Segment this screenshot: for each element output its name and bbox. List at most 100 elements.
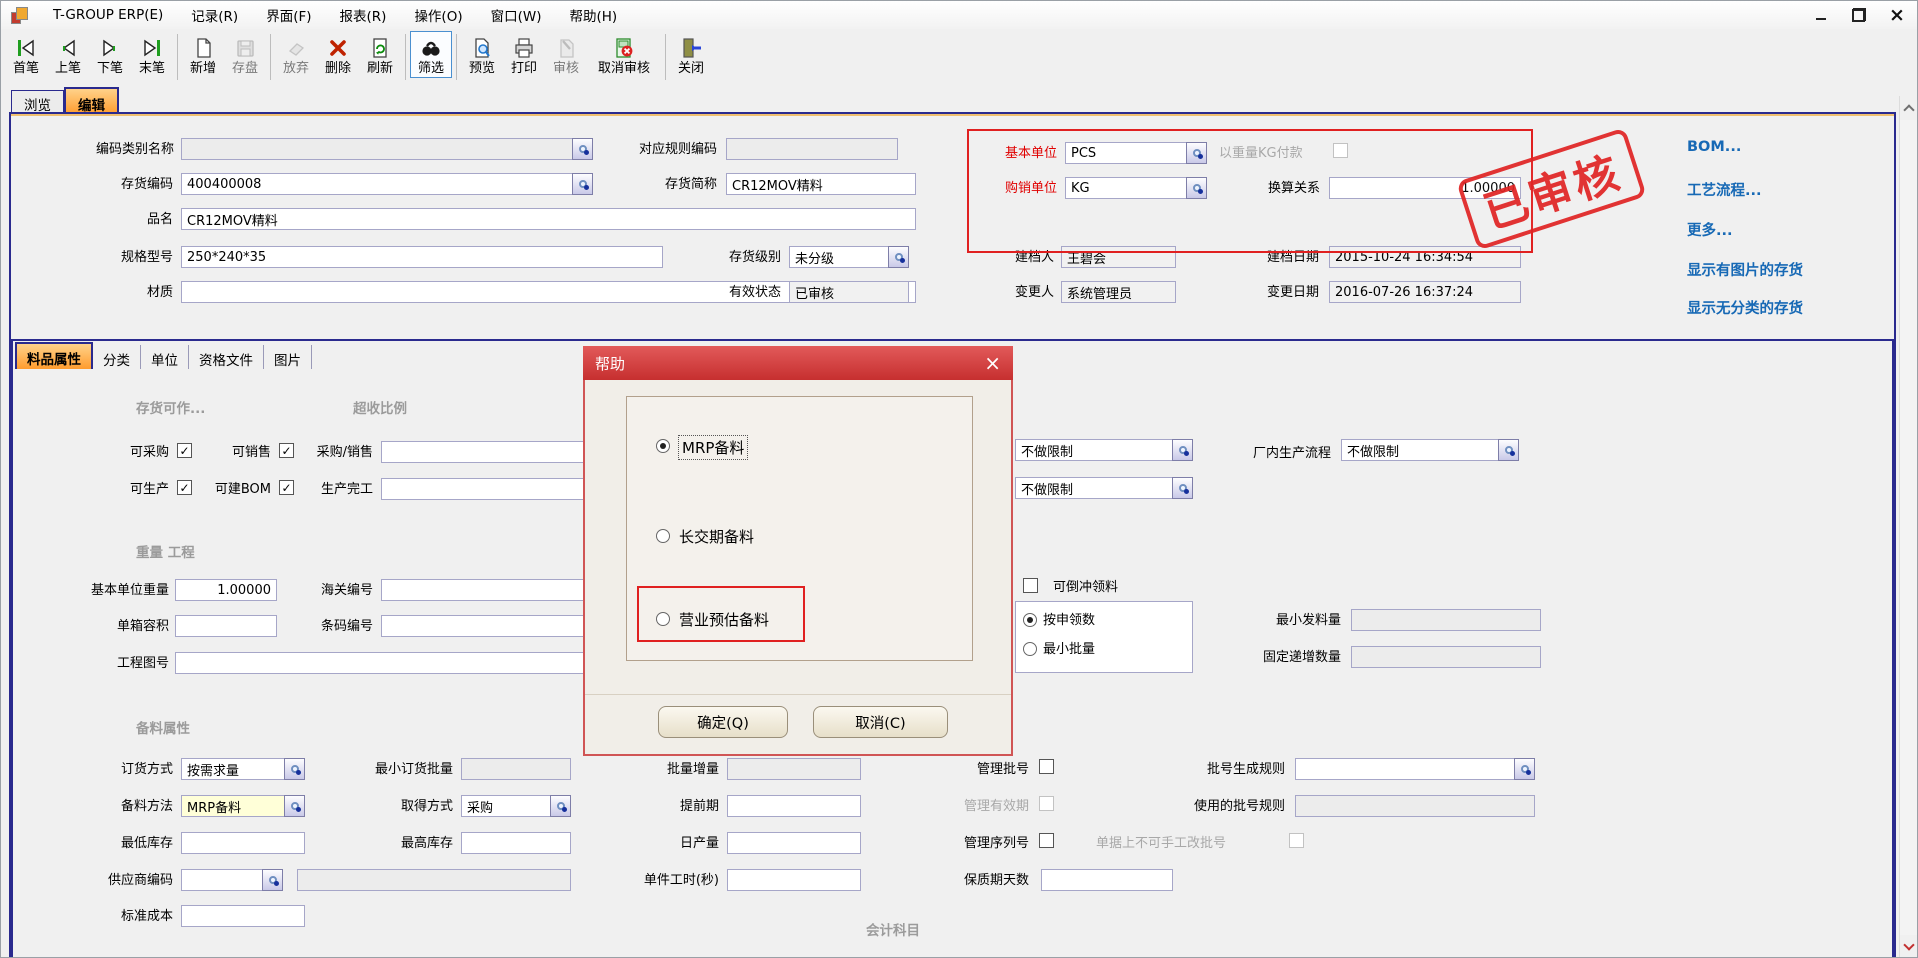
lot-rule-field[interactable]	[1295, 758, 1535, 780]
menu-window[interactable]: 窗口(W)	[477, 2, 556, 28]
level-field[interactable]: 未分级	[789, 246, 909, 268]
last-record-button[interactable]: 末笔	[131, 31, 173, 78]
producible-checkbox[interactable]	[177, 480, 192, 495]
unit-hours-field[interactable]	[727, 869, 861, 891]
exit-door-icon	[679, 34, 703, 61]
prep-section-header: 备料属性	[136, 717, 190, 737]
lookup-icon[interactable]	[1172, 477, 1193, 499]
box-volume-field[interactable]	[175, 615, 277, 637]
prep-method-field[interactable]: MRP备料	[181, 795, 305, 817]
cancel-button[interactable]: 取消(C)	[813, 706, 948, 738]
lookup-icon[interactable]	[572, 173, 593, 195]
supplier-code-label: 供应商编码	[87, 873, 173, 889]
lookup-icon[interactable]	[888, 246, 909, 268]
restore-button[interactable]	[1851, 7, 1867, 23]
refresh-button[interactable]: 刷新	[359, 31, 401, 78]
minimize-button[interactable]	[1813, 7, 1829, 23]
lookup-icon[interactable]	[284, 795, 305, 817]
shelf-days-field[interactable]	[1041, 869, 1173, 891]
app-icon	[11, 7, 27, 23]
min-batch-radio[interactable]	[1023, 642, 1037, 656]
rule-code-field[interactable]	[726, 138, 898, 160]
acquire-mode-label: 取得方式	[381, 799, 453, 815]
backflush-checkbox[interactable]	[1023, 578, 1038, 593]
lookup-icon[interactable]	[262, 869, 283, 891]
subtab-item-attributes[interactable]: 料品属性	[15, 342, 93, 369]
std-cost-field[interactable]	[181, 905, 305, 927]
process-flow-link[interactable]: 工艺流程...	[1687, 179, 1762, 200]
bom-allowed-checkbox[interactable]	[279, 480, 294, 495]
item-code-field[interactable]: 400400008	[181, 173, 593, 195]
by-request-radio[interactable]	[1023, 613, 1037, 627]
preview-button[interactable]: 预览	[461, 31, 503, 78]
lookup-icon[interactable]	[572, 138, 593, 160]
cancel-audit-button[interactable]: 取消审核	[587, 31, 661, 78]
print-button[interactable]: 打印	[503, 31, 545, 78]
supplier-code-field[interactable]	[181, 869, 283, 891]
lookup-icon[interactable]	[1498, 439, 1519, 461]
manage-serial-checkbox[interactable]	[1039, 833, 1054, 848]
subtab-qualification-files[interactable]: 资格文件	[189, 345, 264, 369]
purchasable-checkbox[interactable]	[177, 443, 192, 458]
show-with-images-link[interactable]: 显示有图片的存货	[1687, 259, 1803, 280]
menu-record[interactable]: 记录(R)	[177, 2, 252, 28]
manage-lot-checkbox[interactable]	[1039, 759, 1054, 774]
filter-button[interactable]: 筛选	[410, 31, 452, 78]
item-short-field[interactable]: CR12MOV精料	[726, 173, 916, 195]
mrp-option-radio[interactable]	[656, 439, 670, 453]
more-link[interactable]: 更多...	[1687, 219, 1733, 240]
scroll-up-button[interactable]	[1900, 96, 1918, 120]
lookup-icon[interactable]	[1172, 439, 1193, 461]
close-window-button[interactable]: ×	[1889, 7, 1905, 23]
sellable-label: 可销售	[215, 445, 271, 461]
help-dialog-titlebar[interactable]: 帮助 ×	[583, 346, 1013, 380]
no-manual-lot-label: 单据上不可手工改批号	[1096, 836, 1276, 852]
lead-time-field[interactable]	[727, 795, 861, 817]
delete-button[interactable]: 删除	[317, 31, 359, 78]
subtab-unit[interactable]: 单位	[141, 345, 189, 369]
vertical-scrollbar[interactable]	[1899, 96, 1917, 958]
subtab-classification[interactable]: 分类	[93, 345, 141, 369]
menu-operation[interactable]: 操作(O)	[400, 2, 476, 28]
menu-tgroup-erp[interactable]: T-GROUP ERP(E)	[39, 4, 177, 26]
tab-browse[interactable]: 浏览	[11, 90, 64, 114]
acquire-mode-field[interactable]: 采购	[461, 795, 571, 817]
menu-report[interactable]: 报表(R)	[326, 2, 401, 28]
toolbar: 首笔 上笔 下笔 末笔 新增 存盘 放弃 删除	[1, 29, 1918, 85]
sellable-checkbox[interactable]	[279, 443, 294, 458]
new-button[interactable]: 新增	[182, 31, 224, 78]
restriction-field-2[interactable]: 不做限制	[1015, 477, 1193, 499]
spec-field[interactable]: 250*240*35	[181, 246, 663, 268]
batch-increment-label: 批量增量	[645, 762, 719, 778]
factory-flow-field[interactable]: 不做限制	[1341, 439, 1519, 461]
new-document-icon	[192, 34, 214, 61]
prev-record-button[interactable]: 上笔	[47, 31, 89, 78]
lookup-icon[interactable]	[1514, 758, 1535, 780]
lookup-icon[interactable]	[550, 795, 571, 817]
max-stock-field[interactable]	[461, 832, 571, 854]
long-cycle-option-label[interactable]: 长交期备料	[679, 526, 754, 547]
order-mode-field[interactable]: 按需求量	[181, 758, 305, 780]
subtab-images[interactable]: 图片	[264, 345, 312, 369]
mrp-option-label[interactable]: MRP备料	[679, 436, 747, 459]
next-record-button[interactable]: 下笔	[89, 31, 131, 78]
base-weight-field[interactable]: 1.00000	[175, 579, 277, 601]
min-stock-field[interactable]	[181, 832, 305, 854]
tab-edit[interactable]: 编辑	[64, 87, 119, 114]
first-record-button[interactable]: 首笔	[5, 31, 47, 78]
show-unclassified-link[interactable]: 显示无分类的存货	[1687, 297, 1803, 318]
coding-class-field[interactable]	[181, 138, 593, 160]
bom-link[interactable]: BOM...	[1687, 139, 1741, 155]
scroll-down-button[interactable]	[1900, 935, 1918, 958]
lookup-icon[interactable]	[284, 758, 305, 780]
ok-button[interactable]: 确定(Q)	[658, 706, 788, 738]
dialog-close-icon[interactable]: ×	[984, 351, 1001, 375]
status-label: 有效状态	[707, 285, 781, 301]
menu-interface[interactable]: 界面(F)	[252, 2, 325, 28]
menu-help[interactable]: 帮助(H)	[556, 2, 632, 28]
daily-output-field[interactable]	[727, 832, 861, 854]
restriction-field-1[interactable]: 不做限制	[1015, 439, 1193, 461]
close-button[interactable]: 关闭	[670, 31, 712, 78]
long-cycle-option-radio[interactable]	[656, 529, 670, 543]
item-name-field[interactable]: CR12MOV精料	[181, 208, 916, 230]
